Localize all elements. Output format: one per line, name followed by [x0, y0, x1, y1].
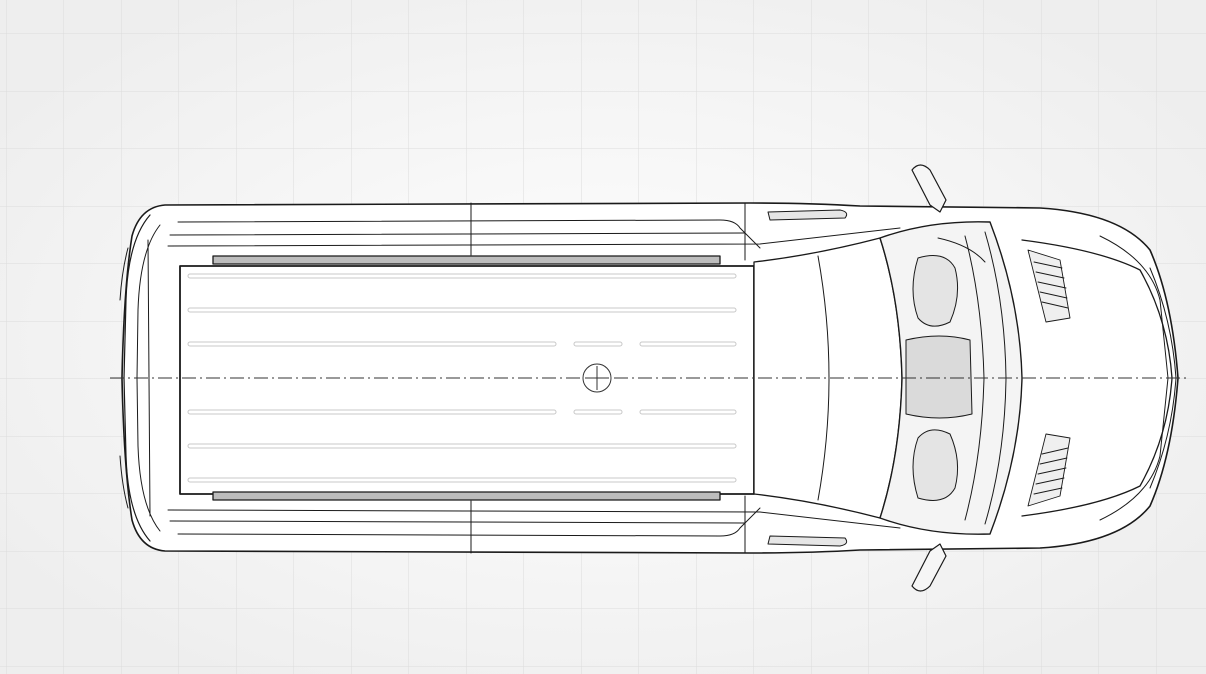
roof-rib [639, 409, 737, 415]
roof-rail-top [212, 255, 721, 265]
door-handle-bottom [767, 535, 848, 547]
roof-rib [187, 443, 737, 449]
middle-seat [905, 335, 973, 419]
roof-rail-bottom [212, 491, 721, 501]
center-marker [582, 363, 612, 393]
van-top-view-diagram [0, 0, 1206, 674]
roof-rib [187, 477, 737, 483]
roof-rib [187, 273, 737, 279]
passenger-seat [912, 429, 959, 501]
door-handle-top [767, 209, 848, 221]
blueprint-canvas [0, 0, 1206, 674]
driver-seat [912, 255, 959, 327]
roof-rib [573, 409, 623, 415]
roof-panel [179, 265, 755, 495]
roof-rib [573, 341, 623, 347]
roof-rib [639, 341, 737, 347]
roof-rib [187, 409, 557, 415]
roof-rib [187, 341, 557, 347]
roof-rib [187, 307, 737, 313]
